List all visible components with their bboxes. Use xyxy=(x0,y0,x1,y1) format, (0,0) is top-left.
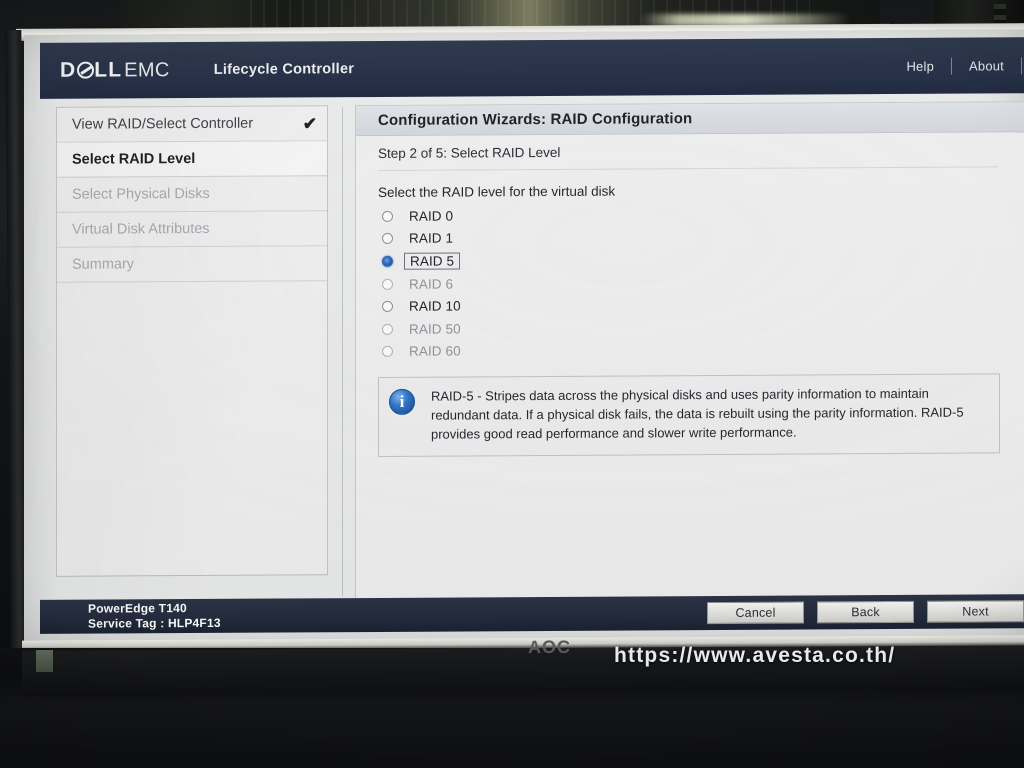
sidebar-item-label: View RAID/Select Controller xyxy=(72,115,254,133)
system-model: PowerEdge T140 xyxy=(88,601,187,617)
check-icon: ✔ xyxy=(302,113,317,133)
emc-wordmark: EMC xyxy=(124,59,170,82)
raid-option-label: RAID 5 xyxy=(404,252,461,270)
help-link[interactable]: Help xyxy=(889,58,951,73)
aoc-brand-logo: AOC xyxy=(528,636,571,658)
system-info: PowerEdge T140 Service Tag : HLP4F13 xyxy=(88,601,221,631)
raid-option-label: RAID 0 xyxy=(409,208,454,224)
info-icon: i xyxy=(389,388,415,416)
sidebar-item-select-physical-disks: Select Physical Disks xyxy=(57,176,327,213)
radio-button-icon xyxy=(382,346,393,358)
step-indicator: Step 2 of 5: Select RAID Level xyxy=(378,142,998,171)
sidebar-item-label: Select RAID Level xyxy=(72,151,196,168)
about-link[interactable]: About xyxy=(952,58,1021,73)
radio-button-icon[interactable] xyxy=(382,210,393,222)
sidebar-item-label: Select Physical Disks xyxy=(72,185,210,203)
screen-content: D LL EMC Lifecycle Controller Help About … xyxy=(24,29,1024,642)
wizard-step-sidebar: View RAID/Select Controller ✔ Select RAI… xyxy=(56,105,328,577)
monitor-power-indicator xyxy=(36,649,53,673)
dell-slash-o-icon xyxy=(76,61,94,79)
app-body: View RAID/Select Controller ✔ Select RAI… xyxy=(40,93,1024,604)
radio-button-icon-selected[interactable] xyxy=(382,255,393,267)
app-title: Lifecycle Controller xyxy=(213,61,355,78)
watermark-url: https://www.avesta.co.th/ xyxy=(614,644,896,667)
raid-description-info-box: i RAID-5 - Stripes data across the physi… xyxy=(378,373,1000,458)
sidebar-content-divider xyxy=(342,107,343,597)
app-footer: PowerEdge T140 Service Tag : HLP4F13 Can… xyxy=(40,594,1024,634)
service-tag: Service Tag : HLP4F13 xyxy=(88,615,221,631)
page-title: Configuration Wizards: RAID Configuratio… xyxy=(378,110,693,129)
panel-titlebar: Configuration Wizards: RAID Configuratio… xyxy=(356,102,1024,137)
radio-button-icon[interactable] xyxy=(382,301,393,313)
app-header: D LL EMC Lifecycle Controller Help About xyxy=(40,37,1024,99)
raid-level-radio-group: RAID 0 RAID 1 RAID 5 RAID 6 RAID 10 RAID… xyxy=(382,201,1004,363)
radio-button-icon[interactable] xyxy=(382,233,393,245)
raid-option-raid-60: RAID 60 xyxy=(382,337,1004,363)
raid-option-label: RAID 1 xyxy=(409,230,454,247)
dell-wordmark: D LL xyxy=(60,58,123,82)
monitor: D LL EMC Lifecycle Controller Help About … xyxy=(5,23,1024,675)
sidebar-item-label: Summary xyxy=(72,256,135,273)
raid-option-label: RAID 10 xyxy=(409,298,461,314)
sidebar-item-select-raid-level[interactable]: Select RAID Level xyxy=(57,141,327,178)
header-divider-2 xyxy=(1021,56,1022,74)
sidebar-item-view-raid-select-controller[interactable]: View RAID/Select Controller ✔ xyxy=(57,106,327,143)
panel-inner: Step 2 of 5: Select RAID Level Select th… xyxy=(356,132,1024,458)
next-button[interactable]: Next xyxy=(927,600,1024,623)
raid-option-label: RAID 50 xyxy=(409,321,461,337)
sidebar-item-virtual-disk-attributes: Virtual Disk Attributes xyxy=(57,211,327,248)
footer-button-bar: Cancel Back Next xyxy=(707,600,1024,625)
raid-option-label: RAID 60 xyxy=(409,343,461,360)
radio-button-icon xyxy=(382,323,393,335)
selection-prompt: Select the RAID level for the virtual di… xyxy=(378,183,616,200)
raid-option-label: RAID 6 xyxy=(409,276,454,292)
header-links: Help About xyxy=(889,56,1024,75)
main-content-panel: Configuration Wizards: RAID Configuratio… xyxy=(355,101,1024,603)
sidebar-item-summary: Summary xyxy=(57,246,327,283)
dell-emc-logo: D LL EMC xyxy=(60,58,170,83)
radio-button-icon xyxy=(382,278,393,290)
raid-description-text: RAID-5 - Stripes data across the physica… xyxy=(431,385,964,442)
cancel-button[interactable]: Cancel xyxy=(707,601,804,625)
sidebar-item-label: Virtual Disk Attributes xyxy=(72,220,210,238)
back-button[interactable]: Back xyxy=(817,600,914,624)
